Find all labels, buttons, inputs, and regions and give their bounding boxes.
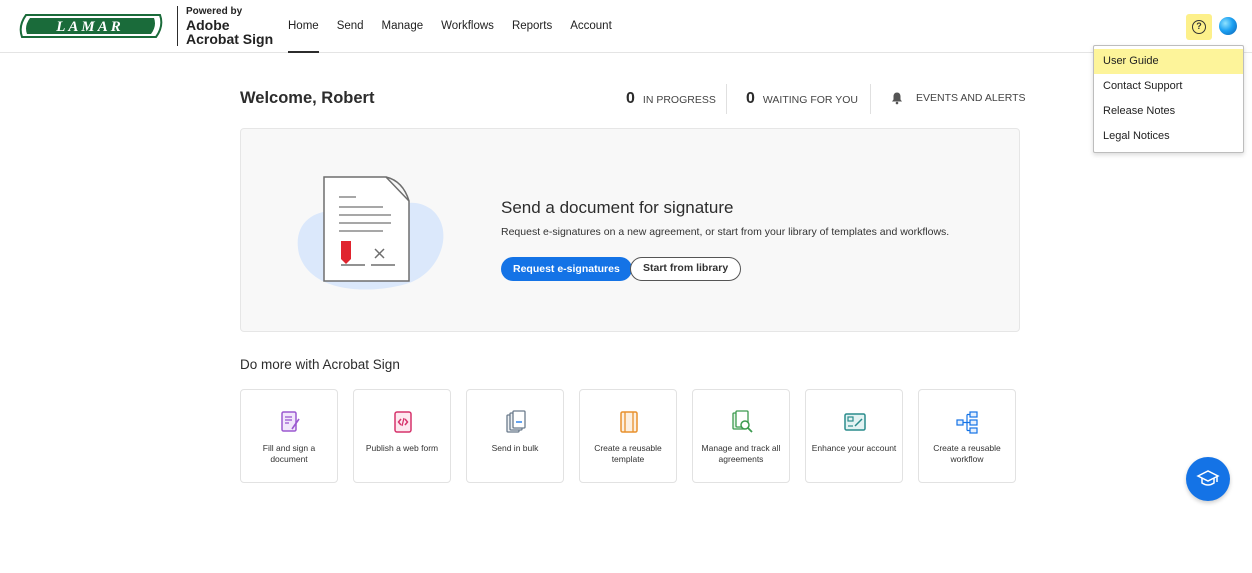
lamar-logo-text: LAMAR bbox=[55, 19, 124, 35]
events-alerts[interactable]: EVENTS AND ALERTS bbox=[890, 91, 1026, 105]
tile-label: Publish a web form bbox=[365, 443, 439, 453]
nav-send[interactable]: Send bbox=[337, 0, 364, 53]
menu-item-user-guide[interactable]: User Guide bbox=[1094, 49, 1243, 74]
stat-divider bbox=[726, 84, 727, 114]
tile-label: Create a reusable workflow bbox=[933, 443, 1001, 464]
tile-web-form[interactable]: Publish a web form bbox=[353, 389, 451, 483]
lamar-logo[interactable]: LAMAR bbox=[18, 14, 163, 38]
nav-account[interactable]: Account bbox=[570, 0, 612, 53]
welcome-heading: Welcome, Robert bbox=[240, 89, 375, 107]
user-avatar[interactable] bbox=[1219, 17, 1237, 35]
menu-item-contact-support[interactable]: Contact Support bbox=[1094, 74, 1243, 99]
do-more-tiles: Fill and sign a document Publish a web f… bbox=[240, 389, 1016, 483]
tile-label: Manage and track all agreements bbox=[701, 443, 781, 464]
events-label: EVENTS AND ALERTS bbox=[916, 92, 1026, 104]
hero-title: Send a document for signature bbox=[501, 198, 734, 217]
nav-workflows[interactable]: Workflows bbox=[441, 0, 494, 53]
web-form-icon bbox=[394, 411, 412, 433]
hero-description: Request e-signatures on a new agreement,… bbox=[501, 226, 950, 238]
powered-by-label: Powered by bbox=[186, 6, 243, 17]
help-icon: ? bbox=[1192, 20, 1206, 34]
send-document-card: Send a document for signature Request e-… bbox=[240, 128, 1020, 332]
manage-track-icon bbox=[732, 410, 753, 433]
tile-label: Create a reusable template bbox=[594, 443, 662, 464]
bulk-send-icon bbox=[506, 410, 526, 433]
tile-workflow[interactable]: Create a reusable workflow bbox=[918, 389, 1016, 483]
waiting-count: 0 bbox=[746, 90, 755, 107]
graduation-cap-icon bbox=[1196, 470, 1220, 486]
in-progress-label: IN PROGRESS bbox=[642, 94, 716, 106]
nav-home[interactable]: Home bbox=[288, 0, 319, 53]
tile-enhance-account[interactable]: Enhance your account bbox=[805, 389, 903, 483]
nav-reports[interactable]: Reports bbox=[512, 0, 552, 53]
waiting-stat[interactable]: 0 WAITING FOR YOU bbox=[746, 90, 858, 108]
product-name: Adobe Acrobat Sign bbox=[186, 17, 274, 47]
tile-label: Fill and sign a document bbox=[262, 443, 316, 464]
help-button[interactable]: ? bbox=[1186, 14, 1212, 40]
tile-manage-track[interactable]: Manage and track all agreements bbox=[692, 389, 790, 483]
enhance-account-icon bbox=[844, 413, 866, 431]
in-progress-count: 0 bbox=[626, 90, 635, 107]
in-progress-stat[interactable]: 0 IN PROGRESS bbox=[626, 90, 716, 108]
menu-item-release-notes[interactable]: Release Notes bbox=[1094, 99, 1243, 124]
top-header: LAMAR Powered by Adobe Acrobat Sign Home… bbox=[0, 0, 1252, 53]
stat-divider bbox=[870, 84, 871, 114]
do-more-title: Do more with Acrobat Sign bbox=[240, 357, 400, 372]
tile-send-bulk[interactable]: Send in bulk bbox=[466, 389, 564, 483]
brand-divider bbox=[177, 6, 178, 46]
tile-fill-sign[interactable]: Fill and sign a document bbox=[240, 389, 338, 483]
tile-label: Enhance your account bbox=[811, 443, 897, 453]
bell-icon bbox=[892, 92, 902, 105]
main-nav: Home Send Manage Workflows Reports Accou… bbox=[288, 0, 630, 53]
workflow-icon bbox=[956, 411, 978, 434]
waiting-label: WAITING FOR YOU bbox=[762, 94, 858, 106]
template-icon bbox=[620, 411, 638, 433]
tile-template[interactable]: Create a reusable template bbox=[579, 389, 677, 483]
menu-item-legal-notices[interactable]: Legal Notices bbox=[1094, 124, 1243, 149]
tile-label: Send in bulk bbox=[491, 443, 539, 453]
start-from-library-button[interactable]: Start from library bbox=[630, 257, 742, 281]
nav-manage[interactable]: Manage bbox=[382, 0, 424, 53]
learn-button[interactable] bbox=[1186, 457, 1230, 501]
fill-sign-icon bbox=[281, 411, 300, 432]
help-menu: User Guide Contact Support Release Notes… bbox=[1093, 45, 1244, 153]
document-illustration bbox=[297, 176, 444, 290]
request-esignatures-button[interactable]: Request e-signatures bbox=[501, 257, 632, 281]
